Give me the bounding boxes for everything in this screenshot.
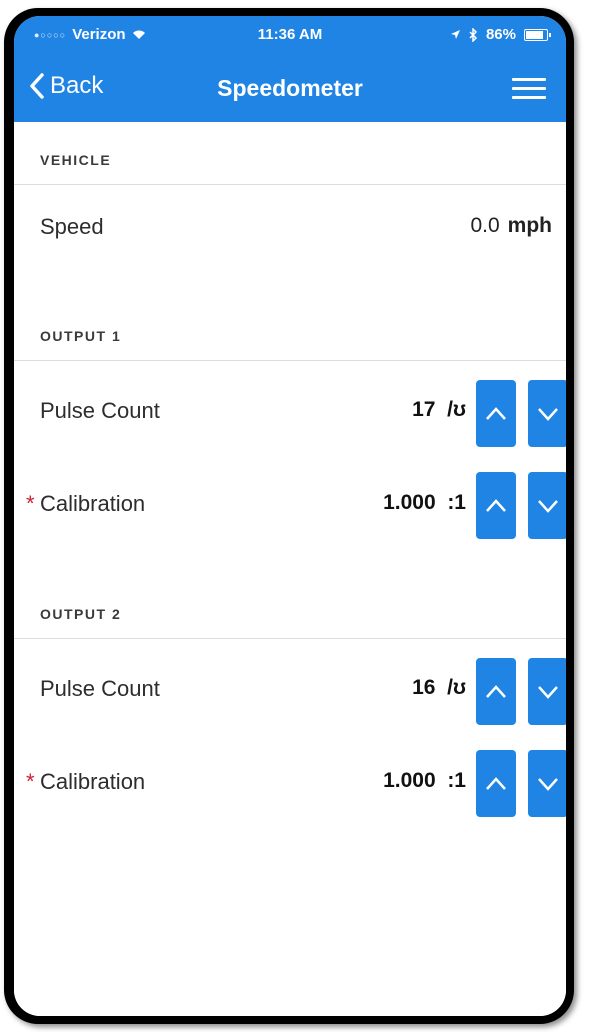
output1-pulse-count-decrease-button[interactable] [528, 380, 566, 447]
output1-calibration-value-group: 1.000 :1 [383, 491, 466, 515]
output1-pulse-count-unit: /ʊ [447, 398, 466, 421]
required-indicator: * [26, 491, 35, 516]
output2-calibration-unit: :1 [447, 769, 466, 792]
status-right: 86% [450, 26, 551, 43]
bluetooth-icon [469, 27, 478, 42]
chevron-up-icon [486, 407, 506, 420]
chevron-down-icon [538, 686, 558, 699]
output1-pulse-count-value-group: 17 /ʊ [412, 398, 466, 422]
divider [14, 360, 566, 361]
output1-pulse-count-increase-button[interactable] [476, 380, 516, 447]
output2-pulse-count-label: Pulse Count [40, 676, 160, 701]
speed-value-group: 0.0 mph [470, 214, 552, 238]
chevron-up-icon [486, 499, 506, 512]
output2-pulse-count-value-group: 16 /ʊ [412, 676, 466, 700]
output2-calibration-label: Calibration [40, 769, 146, 794]
nav-bar: Back Speedometer [14, 60, 566, 122]
app-header: ●○○○○ Verizon 11:36 AM 86% Back Speedome… [14, 16, 566, 122]
output2-pulse-count-decrease-button[interactable] [528, 658, 566, 725]
battery-percent: 86% [485, 26, 516, 43]
speed-label: Speed [40, 214, 104, 239]
output2-calibration-value: 1.000 [383, 769, 436, 792]
divider [14, 184, 566, 185]
chevron-up-icon [486, 685, 506, 698]
output1-calibration-label: Calibration [40, 491, 146, 516]
menu-icon [512, 78, 546, 81]
output1-calibration-increase-button[interactable] [476, 472, 516, 539]
chevron-down-icon [538, 408, 558, 421]
output1-pulse-count-value: 17 [412, 398, 436, 421]
speed-unit: mph [507, 214, 552, 237]
output2-calibration-value-group: 1.000 :1 [383, 769, 466, 793]
output1-pulse-count-label: Pulse Count [40, 398, 160, 423]
output1-calibration-unit: :1 [447, 491, 466, 514]
menu-button[interactable] [512, 78, 546, 104]
speed-value: 0.0 [470, 214, 500, 237]
output2-pulse-count-unit: /ʊ [447, 676, 466, 699]
app-screen: ●○○○○ Verizon 11:36 AM 86% Back Speedome… [14, 16, 566, 1016]
required-indicator: * [26, 769, 35, 794]
output2-calibration-decrease-button[interactable] [528, 750, 566, 817]
output1-calibration-value: 1.000 [383, 491, 436, 514]
page-title: Speedometer [217, 75, 363, 101]
output2-calibration-increase-button[interactable] [476, 750, 516, 817]
chevron-up-icon [486, 777, 506, 790]
battery-icon [524, 28, 551, 41]
device-frame: ●○○○○ Verizon 11:36 AM 86% Back Speedome… [4, 8, 574, 1024]
output2-pulse-count-increase-button[interactable] [476, 658, 516, 725]
settings-content: VEHICLE Speed 0.0 mph OUTPUT 1 Pulse Coun… [14, 122, 566, 1016]
location-icon [450, 30, 460, 39]
output1-calibration-decrease-button[interactable] [528, 472, 566, 539]
chevron-down-icon [538, 778, 558, 791]
chevron-down-icon [538, 500, 558, 513]
status-bar: ●○○○○ Verizon 11:36 AM 86% [14, 16, 566, 50]
divider [14, 638, 566, 639]
output2-pulse-count-value: 16 [412, 676, 436, 699]
